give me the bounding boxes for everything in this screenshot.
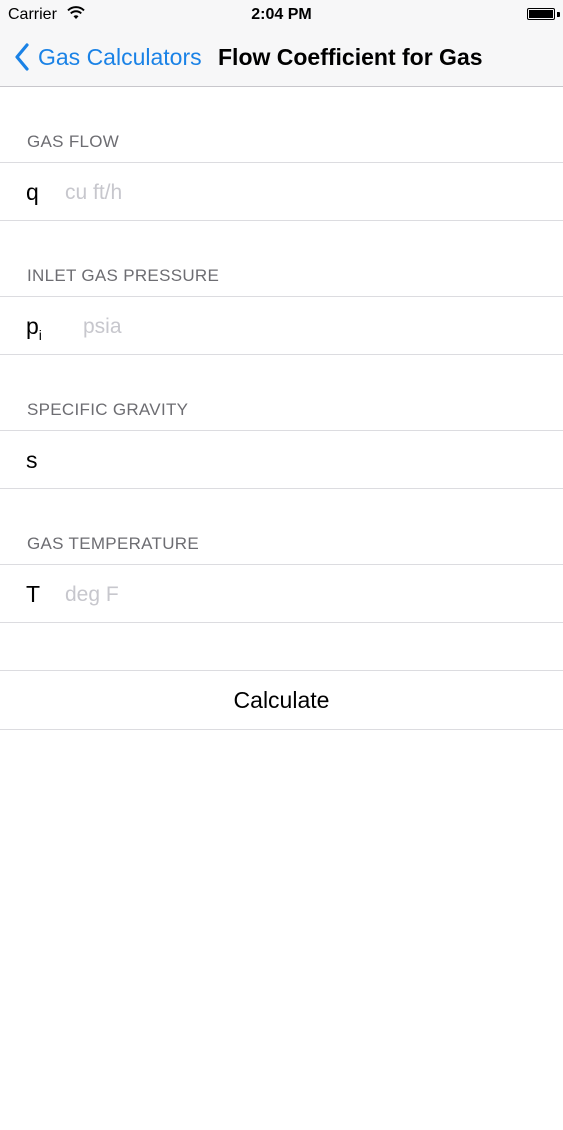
inlet-pressure-symbol: pi	[26, 313, 42, 343]
battery-icon	[527, 8, 555, 20]
clock: 2:04 PM	[251, 6, 312, 23]
form-content: GAS FLOW q INLET GAS PRESSURE pi SPECIFI…	[0, 87, 563, 1130]
section-header-gas-flow: GAS FLOW	[0, 87, 563, 162]
inlet-pressure-input[interactable]	[81, 307, 545, 347]
section-header-label: INLET GAS PRESSURE	[27, 266, 220, 285]
specific-gravity-symbol: s	[26, 447, 38, 473]
gas-temperature-cell: T	[0, 564, 563, 623]
specific-gravity-cell: s	[0, 430, 563, 489]
status-bar: Carrier 2:04 PM	[0, 0, 563, 30]
page-title: Flow Coefficient for Gas	[218, 44, 483, 70]
empty-area	[0, 730, 563, 1130]
chevron-left-icon	[15, 43, 29, 71]
section-header-gas-temperature: GAS TEMPERATURE	[0, 489, 563, 564]
back-button[interactable]: Gas Calculators	[14, 42, 202, 72]
specific-gravity-input[interactable]	[63, 441, 527, 481]
gas-temperature-symbol: T	[26, 581, 41, 607]
calculate-button-label: Calculate	[233, 686, 330, 713]
gas-flow-cell: q	[0, 162, 563, 221]
battery-tip	[557, 12, 560, 17]
calculate-button[interactable]: Calculate	[0, 670, 563, 730]
navigation-bar: Gas Calculators Flow Coefficient for Gas	[0, 30, 563, 87]
section-header-label: GAS FLOW	[27, 132, 120, 151]
spacer	[0, 623, 563, 670]
gas-temperature-input[interactable]	[63, 575, 527, 615]
section-header-label: SPECIFIC GRAVITY	[27, 400, 189, 419]
gas-flow-input[interactable]	[63, 173, 527, 213]
back-button-label: Gas Calculators	[38, 43, 202, 70]
section-header-specific-gravity: SPECIFIC GRAVITY	[0, 355, 563, 430]
section-header-label: GAS TEMPERATURE	[27, 534, 200, 553]
inlet-pressure-cell: pi	[0, 296, 563, 355]
gas-flow-symbol: q	[26, 179, 39, 205]
section-header-inlet-pressure: INLET GAS PRESSURE	[0, 221, 563, 296]
